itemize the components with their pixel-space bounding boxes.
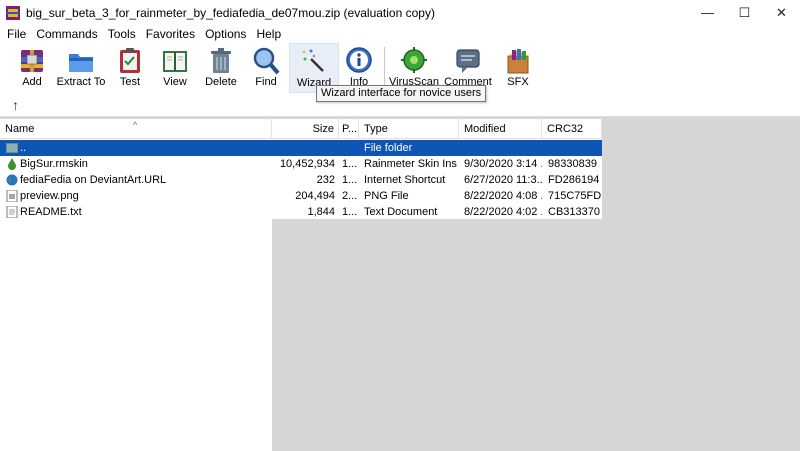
column-crc32[interactable]: CRC32 [542, 119, 602, 139]
file-packed: 2... [342, 190, 358, 202]
close-button[interactable]: ✕ [763, 0, 800, 25]
file-crc: 715C75FD [548, 190, 602, 202]
file-type: File folder [364, 142, 413, 154]
menu-file[interactable]: File [2, 26, 31, 42]
column-size[interactable]: Size [272, 119, 339, 139]
file-name: BigSur.rmskin [20, 158, 88, 170]
table-row[interactable]: README.txt 1,844 1... Text Document 8/22… [0, 204, 602, 220]
test-button[interactable]: Test [105, 43, 155, 93]
globe-icon [6, 174, 18, 186]
delete-label: Delete [205, 76, 237, 88]
file-size: 10,452,934 [279, 158, 335, 170]
window-controls: — ☐ ✕ [689, 0, 800, 25]
find-button[interactable]: Find [241, 43, 291, 93]
menu-tools[interactable]: Tools [103, 26, 141, 42]
table-row[interactable]: preview.png 204,494 2... PNG File 8/22/2… [0, 188, 602, 204]
magnifier-icon [251, 46, 281, 76]
file-modified: 8/22/2020 4:02 ... [464, 206, 542, 218]
virus-scan-icon [399, 46, 429, 76]
file-type: Text Document [364, 206, 438, 218]
menu-commands[interactable]: Commands [31, 26, 102, 42]
trash-icon [206, 46, 236, 76]
file-name: .. [20, 142, 27, 154]
maximize-button[interactable]: ☐ [726, 0, 763, 25]
file-name: fediaFedia on DeviantArt.URL [20, 174, 167, 186]
file-type: Rainmeter Skin Ins... [364, 158, 458, 170]
test-clipboard-icon [115, 46, 145, 76]
file-packed: 1... [342, 174, 358, 186]
column-name[interactable]: Name ^ [0, 119, 272, 139]
add-label: Add [22, 76, 42, 88]
file-type: PNG File [364, 190, 409, 202]
window-title: big_sur_beta_3_for_rainmeter_by_fediafed… [26, 5, 435, 20]
title-bar: big_sur_beta_3_for_rainmeter_by_fediafed… [0, 0, 800, 25]
file-list-empty-space [0, 219, 800, 451]
table-row[interactable]: fediaFedia on DeviantArt.URL 232 1... In… [0, 172, 602, 188]
add-button[interactable]: Add [7, 43, 57, 93]
file-crc: CB313370 [548, 206, 600, 218]
file-modified: 8/22/2020 4:08 ... [464, 190, 542, 202]
rainmeter-drop-icon [6, 158, 18, 170]
image-file-icon [6, 189, 18, 203]
info-icon [344, 46, 374, 76]
file-type: Internet Shortcut [364, 174, 446, 186]
file-packed: 1... [342, 206, 358, 218]
comment-icon [453, 46, 483, 76]
sfx-button[interactable]: SFX [493, 43, 543, 93]
table-row[interactable]: .. File folder [0, 140, 602, 156]
view-button[interactable]: View [150, 43, 200, 93]
file-crc: FD286194 [548, 174, 600, 186]
view-label: View [163, 76, 187, 88]
extract-to-label: Extract To [56, 76, 106, 88]
folder-up-icon [6, 142, 18, 154]
file-packed: 1... [342, 158, 358, 170]
column-packed[interactable]: P... [339, 119, 359, 139]
file-modified: 6/27/2020 11:3... [464, 174, 542, 186]
menu-options[interactable]: Options [200, 26, 251, 42]
add-archive-icon [17, 46, 47, 76]
text-file-icon [6, 205, 18, 219]
name-column-fill [0, 219, 272, 451]
extract-to-button[interactable]: Extract To [56, 43, 106, 93]
file-size: 204,494 [295, 190, 335, 202]
winrar-app-icon[interactable] [6, 5, 20, 20]
column-modified[interactable]: Modified [459, 119, 542, 139]
column-name-label: Name [5, 123, 35, 135]
column-type[interactable]: Type [359, 119, 459, 139]
menu-favorites[interactable]: Favorites [141, 26, 200, 42]
file-size [272, 140, 335, 156]
file-modified: 9/30/2020 3:14 ... [464, 158, 542, 170]
sfx-icon [503, 46, 533, 76]
up-arrow-icon[interactable]: ↑ [12, 97, 19, 113]
file-size: 1,844 [307, 206, 335, 218]
file-crc: 98330839 [548, 158, 597, 170]
minimize-button[interactable]: — [689, 0, 726, 25]
file-name: preview.png [20, 190, 79, 202]
sfx-label: SFX [507, 76, 529, 88]
file-crc [548, 140, 602, 156]
wand-icon [299, 47, 329, 77]
file-size: 232 [316, 174, 335, 186]
wizard-tooltip: Wizard interface for novice users [316, 85, 487, 102]
delete-button[interactable]: Delete [196, 43, 246, 93]
view-book-icon [160, 46, 190, 76]
file-modified [464, 140, 542, 156]
column-header: Name ^ Size P... Type Modified CRC32 [0, 119, 602, 139]
extract-folder-icon [66, 46, 96, 76]
toolbar-separator [384, 47, 385, 87]
find-label: Find [255, 76, 277, 88]
table-row[interactable]: BigSur.rmskin 10,452,934 1... Rainmeter … [0, 156, 602, 172]
menu-bar: File Commands Tools Favorites Options He… [0, 25, 800, 43]
test-label: Test [119, 76, 141, 88]
menu-help[interactable]: Help [251, 26, 286, 42]
sort-ascending-icon: ^ [133, 120, 138, 130]
file-name: README.txt [20, 206, 82, 218]
file-packed [342, 140, 358, 156]
